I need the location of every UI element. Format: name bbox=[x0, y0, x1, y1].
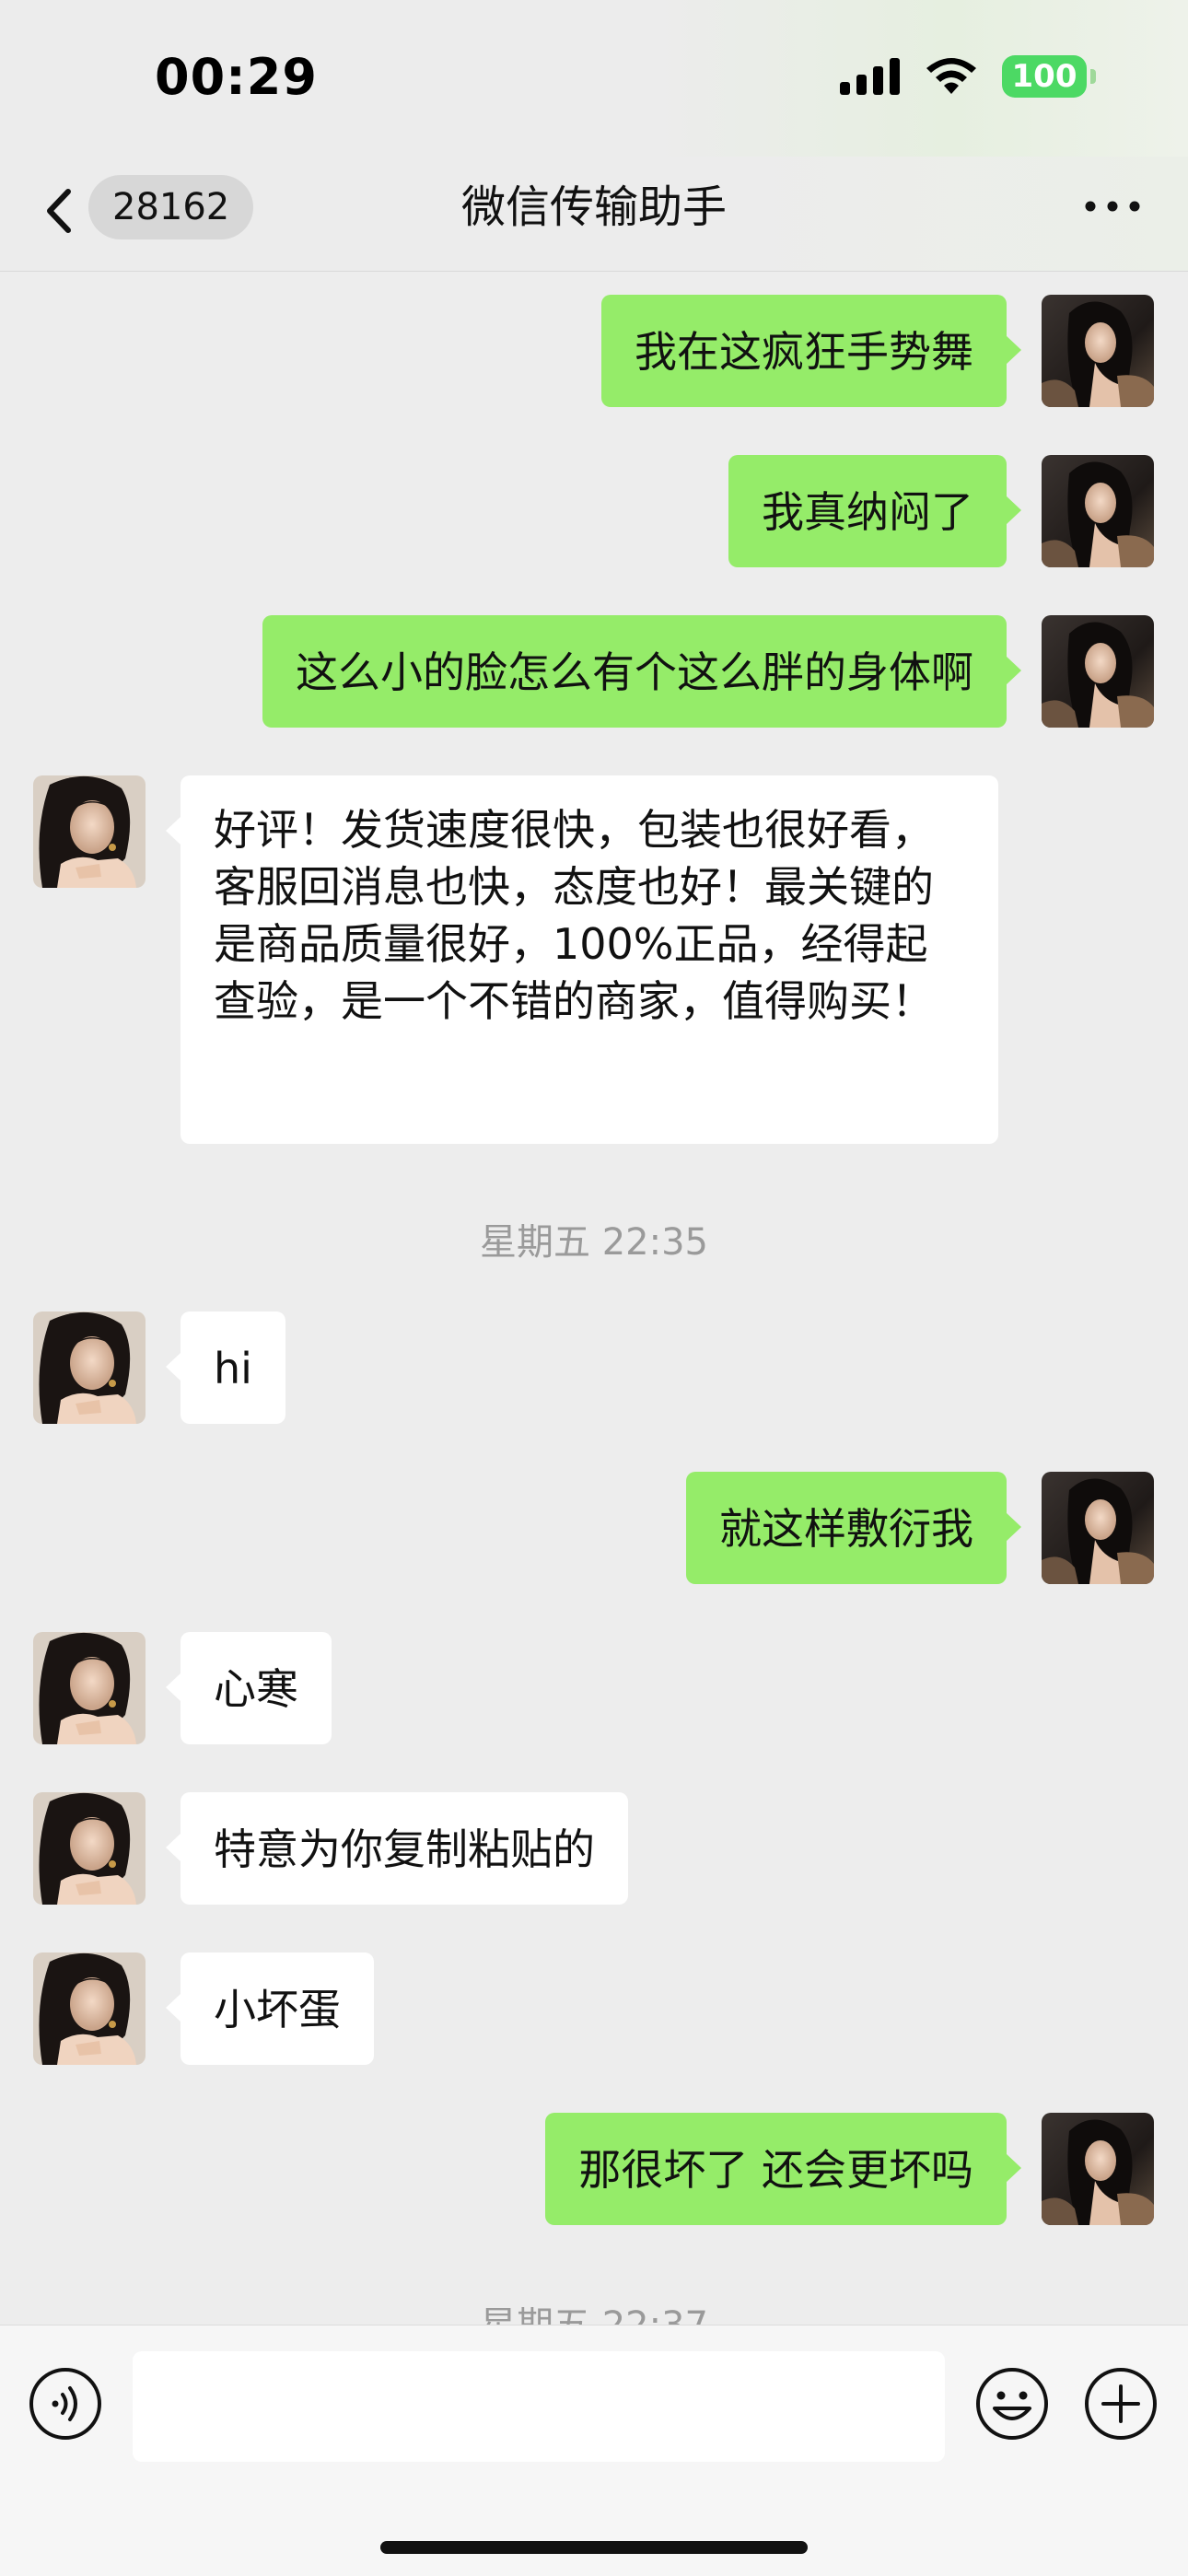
avatar[interactable] bbox=[1042, 2113, 1154, 2225]
avatar[interactable] bbox=[1042, 295, 1154, 407]
message-bubble[interactable]: 心寒 bbox=[166, 1632, 332, 1744]
message-row: 就这样敷衍我 bbox=[0, 1472, 1188, 1586]
more-dots-icon[interactable] bbox=[1083, 197, 1142, 216]
message-row: 这么小的脸怎么有个这么胖的身体啊 bbox=[0, 615, 1188, 729]
status-icons: 100 bbox=[840, 55, 1096, 98]
avatar[interactable] bbox=[1042, 1472, 1154, 1584]
message-bubble[interactable]: 这么小的脸怎么有个这么胖的身体啊 bbox=[262, 615, 1021, 728]
voice-icon[interactable] bbox=[28, 2366, 103, 2442]
avatar[interactable] bbox=[33, 775, 146, 888]
message-timestamp: 星期五 22:35 bbox=[480, 1221, 708, 1264]
message-row: 好评！发货速度很快，包装也很好看，客服回消息也快，态度也好！最关键的是商品质量很… bbox=[0, 775, 1188, 1144]
message-bubble[interactable]: 那很坏了 还会更坏吗 bbox=[545, 2113, 1021, 2225]
message-bubble[interactable]: 我在这疯狂手势舞 bbox=[601, 295, 1021, 407]
input-toolbar bbox=[0, 2325, 1188, 2576]
message-bubble[interactable]: 小坏蛋 bbox=[166, 1952, 374, 2065]
avatar[interactable] bbox=[33, 1311, 146, 1424]
message-bubble[interactable]: 就这样敷衍我 bbox=[686, 1472, 1021, 1584]
message-row: 特意为你复制粘贴的 bbox=[0, 1792, 1188, 1906]
message-row: 那很坏了 还会更坏吗 bbox=[0, 2113, 1188, 2227]
signal-icon bbox=[840, 58, 900, 95]
emoji-icon[interactable] bbox=[974, 2366, 1050, 2442]
avatar[interactable] bbox=[33, 1952, 146, 2065]
page-title: 微信传输助手 bbox=[460, 181, 727, 233]
avatar[interactable] bbox=[1042, 455, 1154, 567]
battery-indicator: 100 bbox=[1002, 55, 1096, 98]
message-bubble[interactable]: 好评！发货速度很快，包装也很好看，客服回消息也快，态度也好！最关键的是商品质量很… bbox=[166, 775, 998, 1144]
wifi-icon bbox=[926, 58, 976, 94]
message-bubble[interactable]: 我真纳闷了 bbox=[728, 455, 1021, 567]
message-timestamp: 星期五 22:37 bbox=[0, 2295, 1188, 2325]
message-input[interactable] bbox=[133, 2351, 945, 2462]
message-bubble[interactable]: 特意为你复制粘贴的 bbox=[166, 1792, 628, 1905]
avatar[interactable] bbox=[33, 1632, 146, 1744]
message-bubble[interactable]: hi bbox=[166, 1311, 285, 1424]
status-time: 00:29 bbox=[155, 48, 318, 106]
message-row: hi bbox=[0, 1311, 1188, 1426]
message-row: 我真纳闷了 bbox=[0, 455, 1188, 569]
avatar[interactable] bbox=[33, 1792, 146, 1905]
home-indicator[interactable] bbox=[380, 2541, 808, 2554]
message-row: 心寒 bbox=[0, 1632, 1188, 1746]
nav-bar: 28162 微信传输助手 bbox=[0, 157, 1188, 272]
message-row: 小坏蛋 bbox=[0, 1952, 1188, 2067]
message-row: 我在这疯狂手势舞 bbox=[0, 295, 1188, 409]
avatar[interactable] bbox=[1042, 615, 1154, 728]
plus-icon[interactable] bbox=[1083, 2366, 1159, 2442]
chat-area[interactable]: 我在这疯狂手势舞 我真纳闷了 这么小的脸怎么有个这么胖的身体啊 好评！发货速度很… bbox=[0, 273, 1188, 2325]
status-bar: 00:29 100 bbox=[0, 0, 1188, 157]
